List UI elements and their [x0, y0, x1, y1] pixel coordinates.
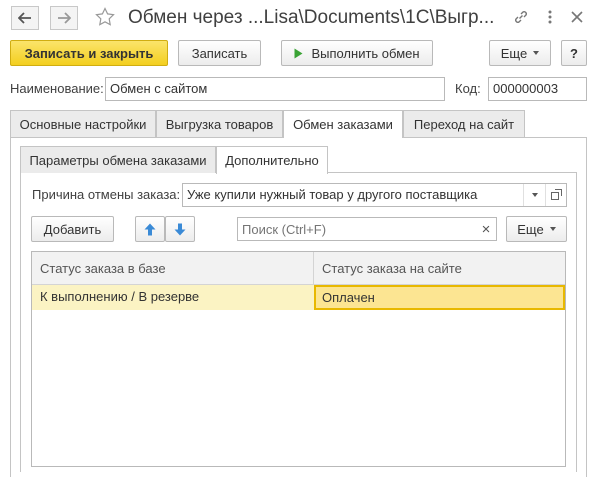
cancel-reason-dropdown-button[interactable]	[523, 184, 545, 206]
subtab-order-exchange-params[interactable]: Параметры обмена заказами	[20, 146, 216, 173]
save-and-close-button[interactable]: Записать и закрыть	[10, 40, 168, 66]
link-icon	[513, 9, 529, 28]
code-label: Код:	[455, 81, 481, 96]
status-mapping-table[interactable]: Статус заказа в базе Статус заказа на са…	[31, 251, 566, 467]
cancel-reason-field[interactable]: Уже купили нужный товар у другого постав…	[182, 183, 567, 207]
move-up-button[interactable]	[135, 216, 165, 242]
cancel-reason-label: Причина отмены заказа:	[32, 187, 181, 202]
arrow-up-icon	[144, 223, 156, 236]
subtab-additional[interactable]: Дополнительно	[216, 146, 328, 174]
code-field[interactable]: 000000003	[488, 77, 587, 101]
back-button[interactable]	[11, 6, 39, 30]
chevron-down-icon	[531, 193, 538, 197]
clear-icon: ×	[481, 220, 491, 238]
play-icon	[294, 48, 303, 59]
subtab-label: Дополнительно	[225, 153, 319, 168]
forward-button[interactable]	[50, 6, 78, 30]
save-and-close-label: Записать и закрыть	[24, 45, 154, 61]
more-actions-button[interactable]	[540, 8, 560, 28]
run-exchange-label: Выполнить обмен	[311, 45, 420, 61]
tab-order-exchange[interactable]: Обмен заказами	[283, 110, 403, 138]
tab-main-settings[interactable]: Основные настройки	[10, 110, 156, 137]
subtab-label: Параметры обмена заказами	[29, 152, 207, 168]
tab-go-to-site[interactable]: Переход на сайт	[403, 110, 525, 137]
cancel-reason-value: Уже купили нужный товар у другого постав…	[187, 187, 478, 202]
window-title: Обмен через ...Lisa\Documents\1C\Выгр...	[128, 7, 495, 28]
favorite-button[interactable]	[93, 6, 117, 30]
more-label: Еще	[500, 45, 528, 61]
help-label: ?	[570, 45, 578, 61]
column-header-base-status[interactable]: Статус заказа в базе	[32, 252, 314, 285]
close-icon	[570, 10, 584, 27]
more-vertical-icon	[547, 9, 553, 28]
name-label: Наименование:	[10, 81, 104, 96]
table-cell-base-status[interactable]: К выполнению / В резерве	[32, 286, 314, 310]
tab-label: Переход на сайт	[413, 116, 515, 132]
move-down-button[interactable]	[165, 216, 195, 242]
cancel-reason-open-button[interactable]	[545, 184, 566, 206]
tab-goods-export[interactable]: Выгрузка товаров	[156, 110, 283, 137]
name-field[interactable]: Обмен с сайтом	[105, 77, 445, 101]
search-input[interactable]	[237, 217, 497, 241]
run-exchange-button[interactable]: Выполнить обмен	[281, 40, 433, 66]
chevron-down-icon	[549, 227, 556, 231]
back-arrow-icon	[18, 12, 32, 24]
table-cell-site-status[interactable]: Оплачен	[314, 285, 565, 310]
tab-label: Основные настройки	[19, 116, 147, 132]
tab-label: Выгрузка товаров	[165, 116, 274, 132]
star-icon	[95, 6, 115, 30]
tab-label: Обмен заказами	[293, 117, 393, 132]
open-window-icon	[550, 188, 562, 203]
save-label: Записать	[191, 45, 248, 61]
more-button[interactable]: Еще	[489, 40, 551, 66]
clear-search-button[interactable]: ×	[476, 218, 496, 240]
chevron-down-icon	[533, 51, 540, 55]
help-button[interactable]: ?	[561, 40, 587, 66]
arrow-down-icon	[174, 223, 186, 236]
table-more-label: Еще	[517, 221, 544, 237]
table-more-button[interactable]: Еще	[506, 216, 567, 242]
forward-arrow-icon	[57, 12, 71, 24]
close-button[interactable]	[567, 8, 587, 28]
add-label: Добавить	[43, 221, 102, 237]
link-button[interactable]	[511, 8, 531, 28]
save-button[interactable]: Записать	[178, 40, 261, 66]
column-header-site-status[interactable]: Статус заказа на сайте	[314, 252, 565, 285]
table-row[interactable]: К выполнению / В резерве Оплачен	[32, 285, 565, 310]
add-button[interactable]: Добавить	[31, 216, 114, 242]
